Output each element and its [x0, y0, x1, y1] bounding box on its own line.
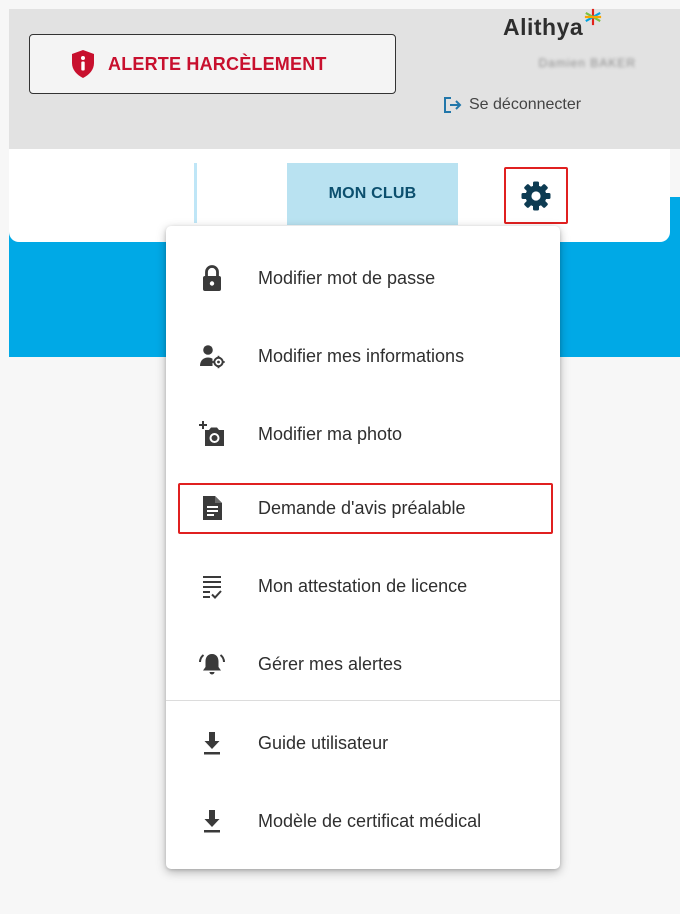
menu-item-prior-notice-request[interactable]: Demande d'avis préalable	[166, 469, 560, 547]
settings-menu: Modifier mot de passe Modifier mes infor…	[166, 226, 560, 869]
menu-item-manage-alerts[interactable]: Gérer mes alertes	[166, 625, 560, 703]
add-photo-icon	[192, 414, 232, 454]
menu-item-label: Modifier mot de passe	[258, 267, 436, 288]
menu-item-edit-info[interactable]: Modifier mes informations	[166, 317, 560, 395]
menu-item-license-certificate[interactable]: Mon attestation de licence	[166, 547, 560, 625]
document-icon	[192, 488, 232, 528]
logout-label: Se déconnecter	[469, 96, 582, 113]
user-name: Damien BAKER	[538, 56, 636, 70]
shield-alert-icon	[70, 49, 96, 79]
menu-item-label: Modifier mes informations	[258, 345, 465, 366]
menu-item-medical-certificate-template[interactable]: Modèle de certificat médical	[166, 782, 560, 860]
alarm-bell-icon	[192, 644, 232, 684]
menu-item-label: Modèle de certificat médical	[258, 810, 482, 831]
harassment-alert-button[interactable]: ALERTE HARCÈLEMENT	[29, 34, 396, 94]
menu-item-label: Demande d'avis préalable	[258, 497, 466, 518]
logout-icon	[443, 96, 463, 114]
download-icon	[192, 723, 232, 763]
menu-item-label: Modifier ma photo	[258, 423, 403, 444]
menu-item-label: Gérer mes alertes	[258, 653, 403, 674]
menu-item-label: Guide utilisateur	[258, 732, 389, 753]
lock-icon	[192, 258, 232, 298]
brand-star-icon	[585, 8, 602, 26]
gear-icon	[521, 181, 551, 210]
nav-divider	[194, 163, 197, 223]
tab-mon-club-label: MON CLUB	[328, 185, 417, 202]
menu-item-label: Mon attestation de licence	[258, 575, 468, 596]
brand-wordmark: Alithya	[503, 14, 584, 40]
user-settings-icon	[192, 336, 232, 376]
alert-button-label: ALERTE HARCÈLEMENT	[108, 53, 327, 74]
tab-mon-club[interactable]: MON CLUB	[287, 163, 458, 225]
menu-item-change-password[interactable]: Modifier mot de passe	[166, 239, 560, 317]
menu-item-user-guide[interactable]: Guide utilisateur	[166, 704, 560, 782]
download-icon	[192, 801, 232, 841]
menu-divider	[166, 700, 560, 701]
checklist-icon	[192, 566, 232, 606]
logout-link[interactable]: Se déconnecter	[443, 96, 581, 114]
menu-item-edit-photo[interactable]: Modifier ma photo	[166, 395, 560, 473]
settings-button[interactable]	[504, 167, 568, 224]
brand-logo: Alithya	[503, 8, 602, 41]
